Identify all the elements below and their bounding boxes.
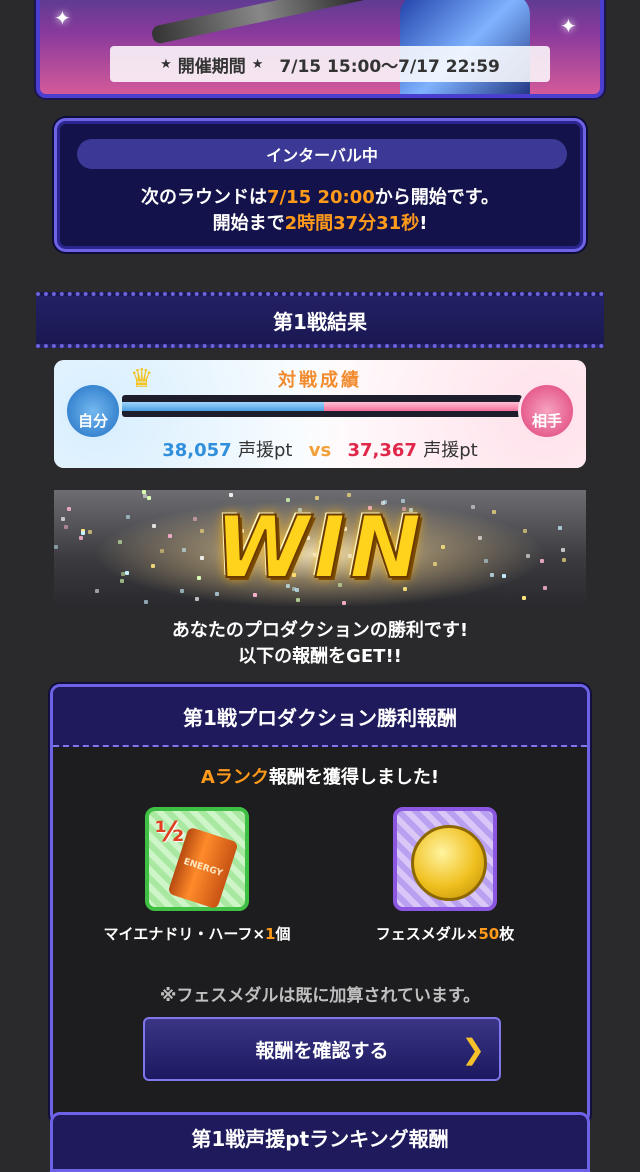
item-count: 1 <box>265 925 276 943</box>
my-badge: 自分 <box>64 382 122 440</box>
next-round-line: 次のラウンドは7/15 20:00から開始です。 <box>57 183 583 209</box>
half-label-icon: ½ <box>155 815 184 848</box>
my-label: 自分 <box>77 412 108 430</box>
sparkle-icon: ✦ <box>54 6 71 30</box>
star-icon: ★ <box>251 56 264 72</box>
rank-text: 報酬を獲得しました! <box>268 767 440 788</box>
confetti-particle <box>341 600 346 605</box>
my-score: 38,057 <box>162 440 232 461</box>
energy-drink-icon[interactable]: ½ ENERGY <box>145 807 249 911</box>
medal-note: ※フェスメダルは既に加算されています。 <box>159 986 481 1006</box>
opponent-score: 37,367 <box>347 440 417 461</box>
event-banner: ✦ ✦ ★ 開催期間 ★ 7/15 15:00〜7/17 22:59 <box>36 0 604 98</box>
microphone-graphic <box>150 0 370 45</box>
item-name: フェスメダル× <box>375 925 479 943</box>
win-banner: WIN <box>54 490 586 606</box>
rank-message: Aランク報酬を獲得しました! <box>53 763 587 789</box>
battle-title: 対戦成績 <box>278 370 362 391</box>
reward-header: 第1戦プロダクション勝利報酬 <box>53 687 587 747</box>
ranking-reward-panel: 第1戦声援ptランキング報酬 <box>50 1112 590 1172</box>
my-score-unit: 声援pt <box>238 440 293 461</box>
reward-panel: 第1戦プロダクション勝利報酬 Aランク報酬を獲得しました! ½ ENERGY マ… <box>50 684 590 1124</box>
opponent-score-unit: 声援pt <box>423 440 478 461</box>
item-label-medal: フェスメダル×50枚 <box>345 923 545 944</box>
period-value: 7/15 15:00〜7/17 22:59 <box>279 56 500 77</box>
confetti-particle <box>296 598 301 603</box>
interval-status: インターバル中 <box>77 139 567 169</box>
countdown-suffix: ! <box>419 213 428 234</box>
countdown-line: 開始まで2時間37分31秒! <box>57 209 583 235</box>
countdown-prefix: 開始まで <box>212 213 285 234</box>
confetti-particle <box>346 492 351 497</box>
rank-letter: A <box>200 767 215 788</box>
star-icon: ★ <box>160 56 172 72</box>
fes-medal-icon[interactable] <box>393 807 497 911</box>
countdown-value: 2時間37分31秒 <box>284 213 420 234</box>
coin-graphic <box>411 825 487 901</box>
confetti-particle <box>143 600 148 605</box>
item-count: 50 <box>478 925 500 943</box>
next-round-time: 7/15 20:00 <box>267 187 375 208</box>
event-period: ★ 開催期間 ★ 7/15 15:00〜7/17 22:59 <box>110 46 550 82</box>
vs-label: vs <box>308 440 332 461</box>
score-bar <box>122 395 522 417</box>
confirm-reward-label: 報酬を確認する <box>255 1039 389 1062</box>
chevron-right-icon: ❯ <box>461 1033 485 1066</box>
item-label-energy: マイエナドリ・ハーフ×1個 <box>97 923 297 944</box>
confirm-reward-button[interactable]: 報酬を確認する ❯ <box>143 1017 501 1081</box>
item-name: マイエナドリ・ハーフ× <box>103 925 266 943</box>
confetti-particle <box>228 493 233 498</box>
opponent-score-bar <box>323 402 522 411</box>
item-unit: 枚 <box>499 925 515 943</box>
next-round-suffix: から開始です。 <box>374 187 499 208</box>
win-message: あなたのプロダクションの勝利です! 以下の報酬をGET!! <box>0 618 640 670</box>
item-unit: 個 <box>275 925 291 943</box>
battle-score-card: ♛ 対戦成績 自分 相手 38,057 声援pt vs 37,367 声援pt <box>54 360 586 468</box>
rank-suffix: ランク <box>214 767 269 788</box>
score-line: 38,057 声援pt vs 37,367 声援pt <box>54 436 586 462</box>
my-score-bar <box>122 402 324 411</box>
period-label: 開催期間 <box>177 56 246 77</box>
win-message-line2: 以下の報酬をGET!! <box>238 646 402 667</box>
section-title: 第1戦結果 <box>36 292 604 348</box>
sparkle-icon: ✦ <box>560 14 577 38</box>
win-message-line1: あなたのプロダクションの勝利です! <box>171 620 469 641</box>
next-round-prefix: 次のラウンドは <box>141 187 268 208</box>
interval-panel: インターバル中 次のラウンドは7/15 20:00から開始です。 開始まで2時間… <box>54 118 586 252</box>
win-text: WIN <box>214 497 426 599</box>
opponent-badge: 相手 <box>518 382 576 440</box>
opponent-label: 相手 <box>531 412 562 430</box>
